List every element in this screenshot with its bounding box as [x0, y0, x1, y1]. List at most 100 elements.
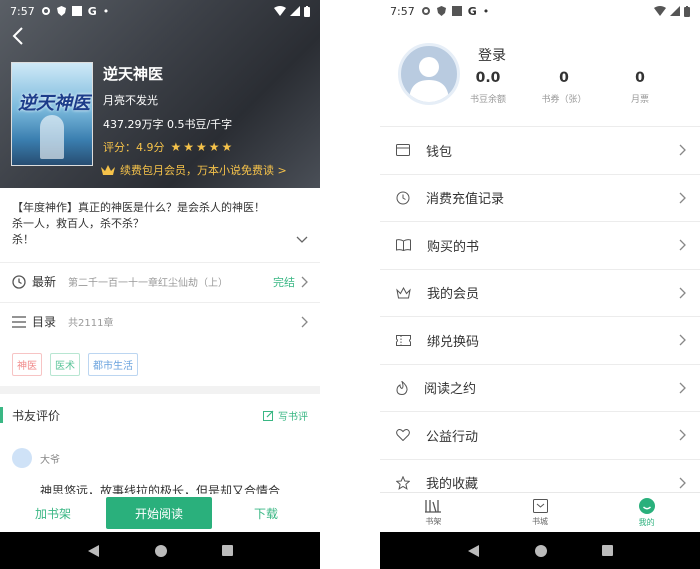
login-link[interactable]: 登录 — [478, 45, 506, 65]
default-user-icon — [409, 57, 449, 102]
wifi-icon — [274, 6, 286, 16]
status-time: 7:57 — [10, 4, 35, 18]
tag-shenyi[interactable]: 神医 — [12, 353, 42, 376]
commenter-name: 大爷 — [40, 454, 60, 466]
toc-label: 目录 — [32, 315, 57, 329]
chevron-right-icon — [679, 239, 686, 251]
chevron-right-icon — [679, 192, 686, 204]
nav-recents-icon[interactable] — [221, 545, 233, 556]
flame-icon — [396, 380, 408, 395]
section-accent-bar — [0, 407, 3, 423]
status-bar: 7:57 G • — [0, 0, 320, 22]
chevron-right-icon — [679, 382, 686, 394]
star-icon — [396, 475, 410, 490]
menu-label: 钱包 — [426, 144, 453, 160]
status-time: 7:57 — [390, 4, 415, 18]
menu-item-membership[interactable]: 我的会员 — [380, 268, 700, 317]
menu-label: 消费充值记录 — [426, 192, 505, 208]
crown-icon — [396, 286, 411, 299]
system-nav-bar — [0, 532, 320, 569]
chevron-right-icon — [301, 316, 308, 327]
menu-item-purchased[interactable]: 购买的书 — [380, 221, 700, 269]
chevron-right-icon — [679, 144, 686, 156]
tab-store[interactable]: 书城 — [487, 493, 594, 532]
dot-status-icon: • — [482, 4, 490, 18]
download-button[interactable]: 下载 — [212, 505, 320, 522]
cover-figure — [40, 115, 64, 159]
ticket-icon — [396, 334, 411, 346]
cover-title: 逆天神医 — [18, 93, 90, 114]
clock-icon — [12, 274, 26, 289]
profile-header: 登录 0.0 书豆余额 0 书券（张） 0 月票 — [380, 22, 700, 120]
signal-icon — [290, 6, 300, 16]
stat-value: 0.0 — [475, 70, 501, 86]
vip-promo-link[interactable]: 续费包月会员，万本小说免费读 > — [100, 162, 287, 178]
bean-balance-stat[interactable]: 0.0 书豆余额 — [466, 70, 510, 105]
reviews-header: 书友评价 写书评 — [0, 398, 320, 432]
menu-label: 公益行动 — [426, 429, 479, 445]
coupon-stat[interactable]: 0 书券（张） — [538, 70, 590, 105]
reviews-title: 书友评价 — [12, 408, 61, 423]
back-icon[interactable] — [10, 26, 28, 46]
status-bar: 7:57 G • — [380, 0, 700, 22]
intro-line: 杀！ — [12, 233, 34, 246]
nav-back-icon[interactable] — [467, 544, 480, 557]
settings-status-icon — [41, 6, 51, 16]
section-divider — [0, 386, 320, 394]
start-reading-button[interactable]: 开始阅读 — [106, 497, 212, 529]
tag-yishu[interactable]: 医术 — [50, 353, 80, 376]
nav-back-icon[interactable] — [87, 544, 100, 557]
comment-author: 大爷 — [12, 448, 60, 468]
g-status-icon: G — [467, 4, 477, 18]
book-intro: 【年度神作】真正的神医是什么？是会杀人的神医！ 杀一人，救百人，杀不杀？ 杀！ — [12, 200, 302, 248]
stat-label: 书券（张） — [541, 95, 587, 105]
expand-chevron-icon[interactable] — [296, 236, 308, 244]
heart-icon — [396, 429, 410, 442]
bookshelf-icon — [425, 499, 442, 513]
book-rating: 评分：4.9分 ★★★★★ — [103, 139, 234, 155]
add-to-shelf-button[interactable]: 加书架 — [0, 505, 106, 522]
signal-icon — [670, 6, 680, 16]
menu-label: 我的会员 — [427, 287, 480, 303]
me-icon — [638, 497, 655, 514]
menu-item-records[interactable]: 消费充值记录 — [380, 173, 700, 222]
shield-status-icon — [56, 6, 66, 16]
chevron-right-icon — [679, 477, 686, 489]
tab-label: 书城 — [532, 516, 548, 526]
wallet-icon — [396, 144, 410, 157]
nav-recents-icon[interactable] — [601, 545, 613, 556]
latest-chapter-row[interactable]: 最新 第二千一百一十一章红尘仙劫（上） 完结 — [0, 262, 320, 300]
tag-dushi[interactable]: 都市生活 — [88, 353, 138, 376]
nav-home-icon[interactable] — [154, 544, 167, 557]
menu-item-wallet[interactable]: 钱包 — [380, 126, 700, 174]
completion-status: 完结 — [273, 275, 295, 289]
nav-home-icon[interactable] — [534, 544, 547, 557]
stat-label: 月票 — [630, 95, 649, 105]
book-cover: 逆天神医 — [11, 62, 93, 166]
tab-label: 我的 — [638, 517, 655, 527]
action-bar: 加书架 开始阅读 下载 — [0, 494, 320, 532]
tab-me[interactable]: 我的 — [593, 493, 700, 532]
toc-row[interactable]: 目录 共2111章 — [0, 302, 320, 340]
menu-item-redeem[interactable]: 绑兑换码 — [380, 316, 700, 364]
monthly-ticket-stat[interactable]: 0 月票 — [622, 70, 658, 105]
square-status-icon — [451, 6, 462, 16]
settings-status-icon — [421, 6, 431, 16]
bottom-tab-bar: 书架 书城 我的 — [380, 492, 700, 532]
list-icon — [12, 315, 26, 328]
wifi-icon — [654, 6, 666, 16]
tag-list: 神医 医术 都市生活 — [12, 353, 138, 376]
avatar[interactable] — [398, 43, 460, 105]
avatar — [12, 448, 32, 468]
edit-icon — [263, 410, 274, 421]
tab-label: 书架 — [425, 516, 442, 526]
rating-text: 评分：4.9分 — [103, 141, 165, 154]
vip-promo-text: 续费包月会员，万本小说免费读 > — [120, 164, 287, 177]
battery-icon — [684, 5, 690, 17]
menu-label: 购买的书 — [427, 239, 480, 255]
menu-item-reading-pact[interactable]: 阅读之约 — [380, 363, 700, 412]
menu-item-charity[interactable]: 公益行动 — [380, 411, 700, 459]
write-review-button[interactable]: 写书评 — [263, 408, 308, 423]
tab-bookshelf[interactable]: 书架 — [380, 493, 487, 532]
book-icon — [396, 239, 411, 252]
